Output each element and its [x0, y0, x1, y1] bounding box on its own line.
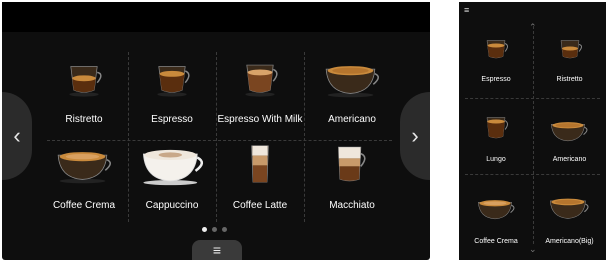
- americano-cup-icon: [325, 66, 379, 98]
- chevron-left-icon: ‹: [13, 123, 21, 148]
- drink-tile-espresso[interactable]: Espresso: [128, 54, 216, 134]
- side-drink-tile-americano[interactable]: Americano: [533, 106, 606, 172]
- page-dot-1[interactable]: [202, 227, 207, 232]
- grid-divider: [465, 98, 600, 99]
- coffee-crema-cup-icon: [57, 152, 111, 184]
- macchiato-glass-icon: [337, 146, 366, 182]
- hamburger-menu-icon: ≡: [212, 242, 222, 258]
- page-indicator: [202, 227, 227, 232]
- coffee-crema-cup-icon: [478, 200, 515, 220]
- cappuccino-cup-icon: [142, 149, 204, 186]
- ristretto-cup-icon: [69, 66, 102, 97]
- drink-label: Espresso With Milk: [217, 114, 303, 125]
- drink-label: Ristretto: [556, 76, 583, 83]
- drink-label: Coffee Latte: [232, 200, 288, 211]
- drink-tile-coffee-latte[interactable]: Coffee Latte: [216, 142, 304, 222]
- drink-label: Cappuccino: [145, 200, 199, 211]
- main-display: Ristretto Espresso Espresso With Milk Am…: [2, 2, 430, 260]
- americano-big-cup-icon: [550, 198, 589, 219]
- espresso-cup-icon: [486, 40, 508, 59]
- drink-label: Lungo: [486, 156, 506, 163]
- drink-tile-ristretto[interactable]: Ristretto: [40, 54, 128, 134]
- espresso-cup-icon: [157, 66, 190, 97]
- drink-tile-macchiato[interactable]: Macchiato: [304, 142, 400, 222]
- drink-label: Americano: [328, 114, 376, 125]
- espresso-with-milk-cup-icon: [245, 64, 278, 97]
- drink-label: Americano: [552, 156, 587, 163]
- coffee-latte-glass-icon: [251, 145, 269, 183]
- drink-tile-cappuccino[interactable]: Cappuccino: [128, 142, 216, 222]
- drink-label: Coffee Crema: [52, 200, 116, 211]
- drink-tile-coffee-crema[interactable]: Coffee Crema: [40, 142, 128, 222]
- lungo-cup-icon: [486, 117, 508, 139]
- page-dot-2[interactable]: [212, 227, 217, 232]
- americano-cup-icon: [551, 122, 588, 142]
- side-drink-tile-ristretto[interactable]: Ristretto: [533, 30, 606, 96]
- drink-label: Ristretto: [65, 114, 103, 125]
- previous-page-button[interactable]: ‹: [2, 92, 32, 180]
- chevron-right-icon: ›: [411, 123, 419, 148]
- next-page-button[interactable]: ›: [400, 92, 430, 180]
- drink-tile-espresso-with-milk[interactable]: Espresso With Milk: [216, 54, 304, 134]
- drink-tile-americano[interactable]: Americano: [304, 54, 400, 134]
- drink-label: Espresso: [481, 76, 511, 83]
- drink-label: Macchiato: [329, 200, 375, 211]
- ristretto-cup-icon: [560, 40, 582, 59]
- menu-button[interactable]: ≡: [192, 240, 242, 260]
- side-display: ≡ ⌃ ⌄ Espresso Ristretto Lungo Americano…: [459, 2, 606, 260]
- side-drink-tile-espresso[interactable]: Espresso: [459, 30, 533, 96]
- side-drink-tile-coffee-crema[interactable]: Coffee Crema: [459, 182, 533, 248]
- grid-divider: [47, 140, 392, 141]
- hamburger-menu-icon[interactable]: ≡: [464, 5, 469, 15]
- drink-label: Coffee Crema: [474, 238, 518, 245]
- drink-label: Americano(Big): [545, 238, 594, 245]
- side-drink-tile-lungo[interactable]: Lungo: [459, 106, 533, 172]
- top-bar: [2, 2, 430, 32]
- side-drink-tile-americano-big[interactable]: Americano(Big): [533, 182, 606, 248]
- grid-divider: [465, 174, 600, 175]
- page-dot-3[interactable]: [222, 227, 227, 232]
- drink-label: Espresso: [151, 114, 193, 125]
